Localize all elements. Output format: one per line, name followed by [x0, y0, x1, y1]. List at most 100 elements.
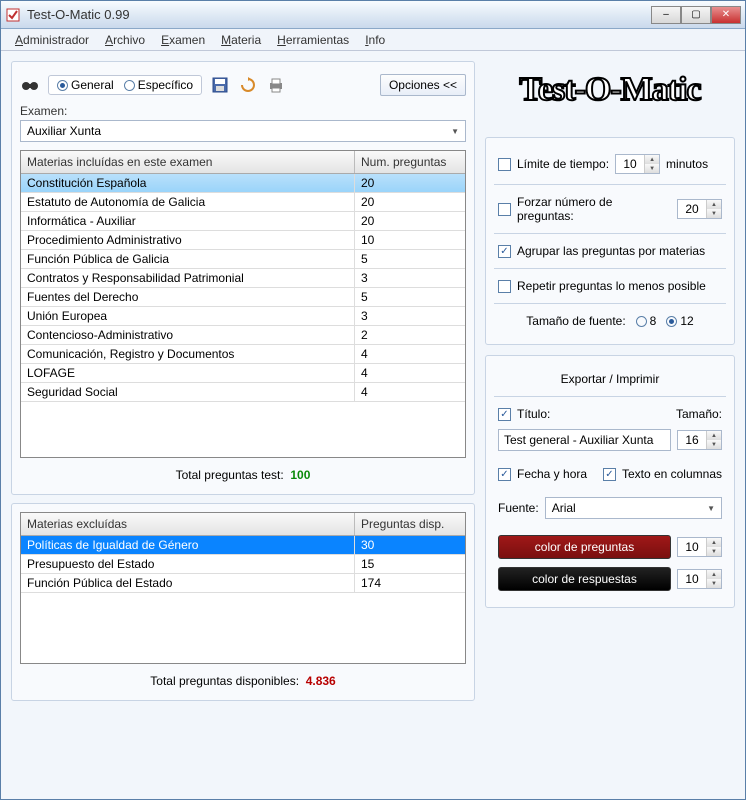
cell-name: Presupuesto del Estado [21, 555, 355, 573]
forzar-checkbox[interactable] [498, 203, 511, 216]
spin-down-icon[interactable]: ▼ [645, 164, 659, 173]
cell-count: 20 [355, 193, 465, 211]
limite-spinner[interactable]: ▲▼ [615, 154, 660, 174]
table-row[interactable]: Función Pública de Galicia5 [21, 250, 465, 269]
fecha-texto-row: ✓ Fecha y hora ✓ Texto en columnas [494, 459, 726, 489]
logo: Test-O-Matic [485, 61, 735, 127]
spin-up-icon[interactable]: ▲ [707, 200, 721, 209]
spin-up-icon[interactable]: ▲ [645, 155, 659, 164]
spin-down-icon[interactable]: ▼ [707, 547, 721, 556]
table-row[interactable]: Estatuto de Autonomía de Galicia20 [21, 193, 465, 212]
opciones-button[interactable]: Opciones << [380, 74, 466, 96]
table-row[interactable]: Informática - Auxiliar20 [21, 212, 465, 231]
window-controls: – ▢ ✕ [651, 6, 741, 24]
radio-dot-icon [57, 80, 68, 91]
menu-info[interactable]: Info [357, 31, 393, 49]
cell-count: 2 [355, 326, 465, 344]
close-button[interactable]: ✕ [711, 6, 741, 24]
titulo-size-input[interactable] [678, 431, 706, 449]
table-row[interactable]: Contencioso-Administrativo2 [21, 326, 465, 345]
table-row[interactable]: LOFAGE4 [21, 364, 465, 383]
agrupar-row: ✓ Agrupar las preguntas por materias [494, 236, 726, 266]
right-panel: Test-O-Matic Límite de tiempo: ▲▼ minuto… [485, 61, 735, 789]
radio-general[interactable]: General [57, 78, 114, 92]
spin-down-icon[interactable]: ▼ [707, 579, 721, 588]
cell-count: 174 [355, 574, 465, 592]
excluded-body: Políticas de Igualdad de Género30Presupu… [21, 536, 465, 593]
maximize-button[interactable]: ▢ [681, 6, 711, 24]
spin-down-icon[interactable]: ▼ [707, 440, 721, 449]
table-row[interactable]: Presupuesto del Estado15 [21, 555, 465, 574]
fecha-checkbox[interactable]: ✓ [498, 468, 511, 481]
radio-font-12[interactable]: 12 [666, 314, 693, 328]
binoculars-icon[interactable] [20, 75, 40, 95]
table-row[interactable]: Comunicación, Registro y Documentos4 [21, 345, 465, 364]
titulo-size-spinner[interactable]: ▲▼ [677, 430, 722, 450]
total-test-row: Total preguntas test: 100 [20, 458, 466, 486]
table-row[interactable]: Procedimiento Administrativo10 [21, 231, 465, 250]
menu-herramientas[interactable]: Herramientas [269, 31, 357, 49]
total-disp-label: Total preguntas disponibles: [150, 674, 299, 688]
radio-font-8[interactable]: 8 [636, 314, 657, 328]
fecha-label: Fecha y hora [517, 467, 597, 481]
spin-up-icon[interactable]: ▲ [707, 431, 721, 440]
th-pregdisp[interactable]: Preguntas disp. [355, 513, 465, 535]
cell-name: Estatuto de Autonomía de Galicia [21, 193, 355, 211]
agrupar-checkbox[interactable]: ✓ [498, 245, 511, 258]
table-row[interactable]: Función Pública del Estado174 [21, 574, 465, 593]
spin-down-icon[interactable]: ▼ [707, 209, 721, 218]
print-icon[interactable] [266, 75, 286, 95]
minutos-label: minutos [666, 157, 708, 171]
fuente-dropdown[interactable]: Arial ▼ [545, 497, 722, 519]
repetir-checkbox[interactable] [498, 280, 511, 293]
textocol-checkbox[interactable]: ✓ [603, 468, 616, 481]
menu-examen[interactable]: Examen [153, 31, 213, 49]
save-icon[interactable] [210, 75, 230, 95]
total-disp-value: 4.836 [306, 674, 336, 688]
type-radio-group: General Específico [48, 75, 202, 95]
forzar-spinner[interactable]: ▲▼ [677, 199, 722, 219]
minimize-button[interactable]: – [651, 6, 681, 24]
limite-checkbox[interactable] [498, 158, 511, 171]
th-excluidas[interactable]: Materias excluídas [21, 513, 355, 535]
color-resp-input[interactable] [678, 570, 706, 588]
cell-count: 5 [355, 288, 465, 306]
color-preguntas-button[interactable]: color de preguntas [498, 535, 671, 559]
examen-label: Examen: [20, 104, 466, 118]
menu-administrador[interactable]: Administrador [7, 31, 97, 49]
spin-up-icon[interactable]: ▲ [707, 570, 721, 579]
radio-dot-icon [636, 316, 647, 327]
menubar: Administrador Archivo Examen Materia Her… [1, 29, 745, 51]
limite-input[interactable] [616, 155, 644, 173]
table-row[interactable]: Seguridad Social4 [21, 383, 465, 402]
spin-up-icon[interactable]: ▲ [707, 538, 721, 547]
titulo-input[interactable] [498, 429, 671, 451]
examen-dropdown[interactable]: Auxiliar Xunta ▼ [20, 120, 466, 142]
table-row[interactable]: Unión Europea3 [21, 307, 465, 326]
menu-archivo[interactable]: Archivo [97, 31, 153, 49]
color-respuestas-button[interactable]: color de respuestas [498, 567, 671, 591]
table-row[interactable]: Fuentes del Derecho5 [21, 288, 465, 307]
left-panel: General Específico [11, 61, 475, 789]
th-materias[interactable]: Materias incluídas en este examen [21, 151, 355, 173]
examen-value: Auxiliar Xunta [27, 124, 101, 138]
fuente-row: Fuente: Arial ▼ [494, 489, 726, 527]
limite-label: Límite de tiempo: [517, 157, 609, 171]
cell-name: Función Pública del Estado [21, 574, 355, 592]
window-title: Test-O-Matic 0.99 [27, 7, 130, 22]
cell-name: Contratos y Responsabilidad Patrimonial [21, 269, 355, 287]
forzar-input[interactable] [678, 200, 706, 218]
titulo-checkbox[interactable]: ✓ [498, 408, 511, 421]
table-row[interactable]: Constitución Española20 [21, 174, 465, 193]
color-preg-input[interactable] [678, 538, 706, 556]
table-row[interactable]: Contratos y Responsabilidad Patrimonial3 [21, 269, 465, 288]
color-preg-spinner[interactable]: ▲▼ [677, 537, 722, 557]
refresh-icon[interactable] [238, 75, 258, 95]
radio-especifico[interactable]: Específico [124, 78, 193, 92]
table-row[interactable]: Políticas de Igualdad de Género30 [21, 536, 465, 555]
menu-materia[interactable]: Materia [213, 31, 269, 49]
th-numpreguntas[interactable]: Num. preguntas [355, 151, 465, 173]
included-body: Constitución Española20Estatuto de Auton… [21, 174, 465, 402]
repetir-label: Repetir preguntas lo menos posible [517, 279, 706, 293]
color-resp-spinner[interactable]: ▲▼ [677, 569, 722, 589]
